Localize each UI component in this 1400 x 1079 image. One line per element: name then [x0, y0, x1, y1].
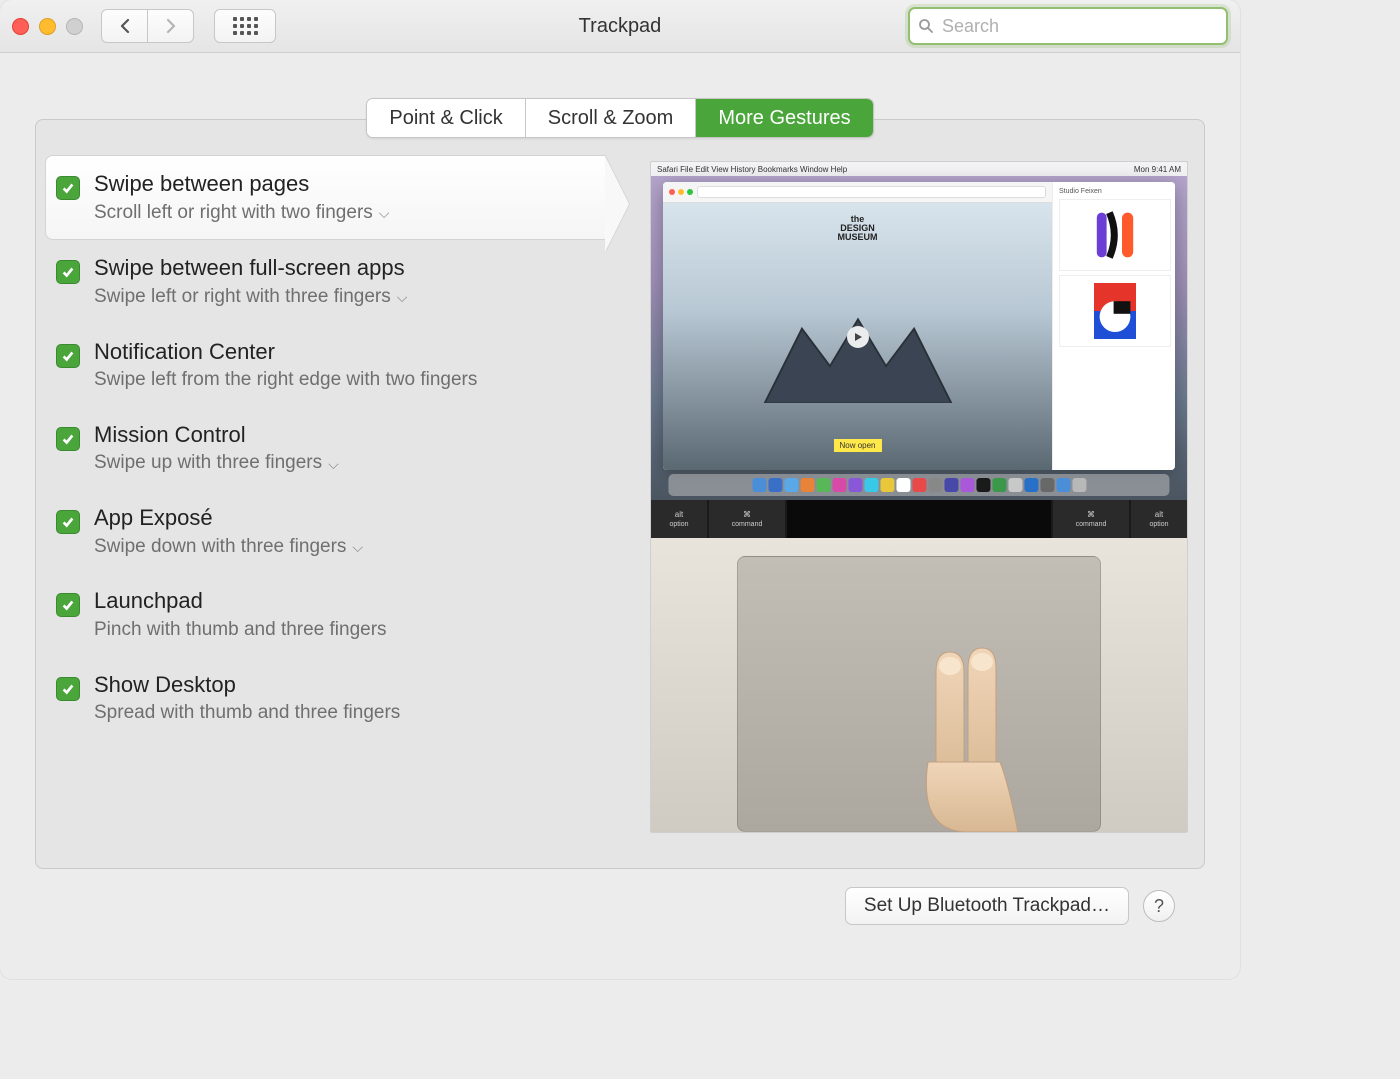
search-field[interactable] — [908, 7, 1228, 45]
preview-webpage: the DESIGN MUSEUM Now open — [663, 203, 1052, 470]
traffic-lights — [12, 18, 83, 35]
tab-bar: Point & Click Scroll & Zoom More Gesture… — [35, 98, 1205, 138]
gesture-swipe-pages[interactable]: Swipe between pages Scroll left or right… — [45, 155, 606, 240]
search-input[interactable] — [940, 15, 1218, 38]
gesture-subtitle: Swipe left from the right edge with two … — [94, 368, 596, 393]
gesture-subtitle-menu[interactable]: Swipe down with three fingers⌵ — [94, 535, 596, 560]
gesture-title: App Exposé — [94, 504, 596, 533]
key-command: ⌘command — [709, 500, 785, 538]
gesture-mission-control[interactable]: Mission Control Swipe up with three fing… — [46, 407, 606, 490]
forward-button[interactable] — [148, 9, 194, 43]
preferences-window: Trackpad Point & Click Scroll & Zoom Mor… — [0, 0, 1240, 979]
check-icon — [61, 349, 75, 363]
preview-browser-sidebar: Studio Feixen — [1052, 182, 1175, 470]
footer: Set Up Bluetooth Trackpad… ? — [35, 869, 1205, 949]
gesture-title: Notification Center — [94, 338, 596, 367]
check-icon — [61, 515, 75, 529]
chevron-down-icon: ⌵ — [397, 288, 408, 306]
preview-trackpad — [651, 538, 1187, 832]
preview-dock — [668, 474, 1169, 496]
checkbox[interactable] — [56, 427, 80, 451]
check-icon — [61, 432, 75, 446]
check-icon — [61, 181, 75, 195]
tab-point-click[interactable]: Point & Click — [367, 99, 525, 137]
gesture-title: Swipe between full-screen apps — [94, 254, 596, 283]
back-button[interactable] — [101, 9, 148, 43]
help-button[interactable]: ? — [1143, 890, 1175, 922]
preview-thumbnail — [1059, 199, 1171, 271]
preview-keyboard: altoption ⌘command ⌘command altoption — [651, 500, 1187, 538]
key-command: ⌘command — [1053, 500, 1129, 538]
checkbox[interactable] — [56, 593, 80, 617]
show-all-button[interactable] — [214, 9, 276, 43]
check-icon — [61, 598, 75, 612]
gesture-title: Show Desktop — [94, 671, 596, 700]
gesture-subtitle: Pinch with thumb and three fingers — [94, 618, 596, 643]
gesture-title: Launchpad — [94, 587, 596, 616]
gesture-launchpad[interactable]: Launchpad Pinch with thumb and three fin… — [46, 573, 606, 656]
preview-browser-toolbar — [663, 182, 1052, 203]
checkbox[interactable] — [56, 677, 80, 701]
segmented-control: Point & Click Scroll & Zoom More Gesture… — [366, 98, 873, 138]
gesture-swipe-fullscreen[interactable]: Swipe between full-screen apps Swipe lef… — [46, 240, 606, 323]
chevron-down-icon: ⌵ — [328, 455, 339, 473]
gesture-subtitle: Spread with thumb and three fingers — [94, 701, 596, 726]
preview-hand-icon — [908, 642, 1028, 832]
zoom-button — [66, 18, 83, 35]
preview-menubar: Safari File Edit View History Bookmarks … — [651, 162, 1187, 176]
checkbox[interactable] — [56, 510, 80, 534]
chevron-right-icon — [165, 18, 177, 34]
gesture-preview: Safari File Edit View History Bookmarks … — [606, 155, 1204, 833]
setup-bluetooth-button[interactable]: Set Up Bluetooth Trackpad… — [845, 887, 1129, 925]
gesture-title: Mission Control — [94, 421, 596, 450]
preview-site-title: the DESIGN MUSEUM — [838, 215, 878, 242]
tab-more-gestures[interactable]: More Gestures — [696, 99, 872, 137]
play-icon — [847, 326, 869, 348]
preview-building-icon — [721, 310, 993, 403]
gesture-notification-center[interactable]: Notification Center Swipe left from the … — [46, 324, 606, 407]
gesture-subtitle-menu[interactable]: Swipe up with three fingers⌵ — [94, 451, 596, 476]
check-icon — [61, 682, 75, 696]
tab-scroll-zoom[interactable]: Scroll & Zoom — [526, 99, 697, 137]
gesture-show-desktop[interactable]: Show Desktop Spread with thumb and three… — [46, 657, 606, 740]
key-alt: altoption — [651, 500, 707, 538]
preview-browser-window: the DESIGN MUSEUM Now open — [663, 182, 1175, 470]
gesture-title: Swipe between pages — [94, 170, 595, 199]
key-alt: altoption — [1131, 500, 1187, 538]
preview-image: Safari File Edit View History Bookmarks … — [650, 161, 1188, 833]
preview-screen: Safari File Edit View History Bookmarks … — [651, 162, 1187, 500]
preview-thumbnail — [1059, 275, 1171, 347]
checkbox[interactable] — [56, 260, 80, 284]
chevron-down-icon: ⌵ — [379, 204, 390, 222]
grid-icon — [233, 17, 258, 35]
nav-buttons — [101, 9, 194, 43]
gesture-subtitle-menu[interactable]: Scroll left or right with two fingers⌵ — [94, 201, 595, 226]
gesture-subtitle-menu[interactable]: Swipe left or right with three fingers⌵ — [94, 285, 596, 310]
gesture-app-expose[interactable]: App Exposé Swipe down with three fingers… — [46, 490, 606, 573]
window-title: Trackpad — [579, 15, 662, 38]
preview-banner: Now open — [833, 439, 881, 452]
check-icon — [61, 265, 75, 279]
chevron-left-icon — [119, 18, 131, 34]
close-button[interactable] — [12, 18, 29, 35]
search-icon — [918, 18, 934, 34]
gesture-list: Swipe between pages Scroll left or right… — [36, 155, 606, 833]
content-area: Point & Click Scroll & Zoom More Gesture… — [0, 53, 1240, 979]
chevron-down-icon: ⌵ — [352, 538, 363, 556]
checkbox[interactable] — [56, 344, 80, 368]
gestures-panel: Swipe between pages Scroll left or right… — [35, 119, 1205, 869]
minimize-button[interactable] — [39, 18, 56, 35]
titlebar: Trackpad — [0, 0, 1240, 53]
checkbox[interactable] — [56, 176, 80, 200]
